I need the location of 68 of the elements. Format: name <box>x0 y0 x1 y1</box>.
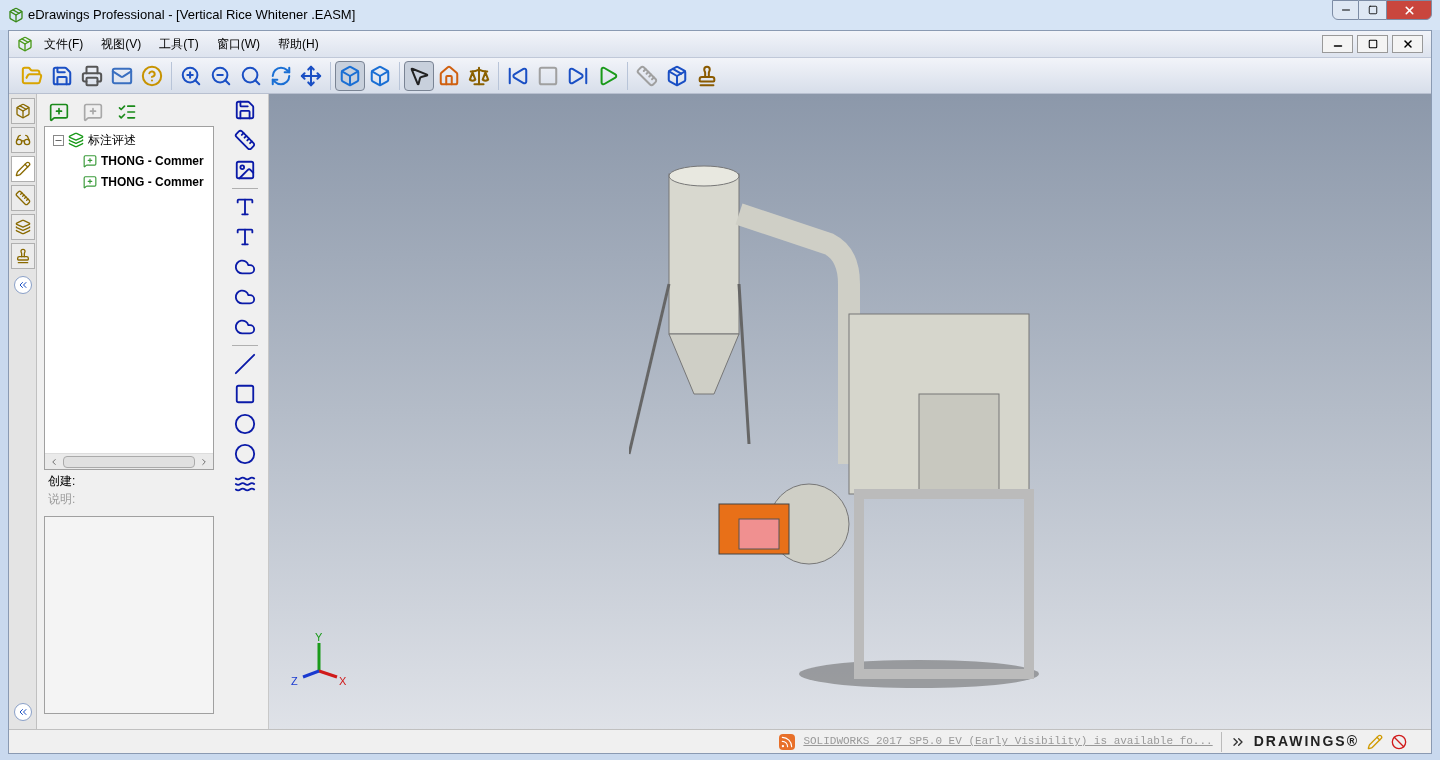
tape-measure-icon <box>14 190 31 206</box>
side-tab[interactable] <box>10 243 35 269</box>
menu-item[interactable]: 窗口(W) <box>209 35 267 53</box>
close-icon <box>1402 3 1416 17</box>
description-label: 说明: <box>47 491 77 508</box>
box-icon <box>369 64 391 87</box>
app-menu-icon[interactable] <box>17 36 33 52</box>
close-document-button[interactable] <box>1392 35 1423 53</box>
scroll-left-icon <box>49 456 59 467</box>
pan-icon <box>300 64 322 87</box>
close-button[interactable] <box>1386 0 1432 20</box>
save-icon <box>51 64 73 87</box>
menu-item[interactable]: 工具(T) <box>152 35 206 53</box>
app-logo-icon <box>8 7 24 23</box>
rss-icon <box>779 733 796 750</box>
side-tab[interactable] <box>10 156 35 182</box>
comment-icon <box>83 175 97 189</box>
maximize-icon <box>1367 5 1378 15</box>
scale-icon <box>468 64 490 87</box>
stamp-icon <box>696 64 718 87</box>
no-markup-icon[interactable] <box>1391 733 1407 750</box>
add-comment-icon <box>49 102 69 122</box>
side-tab[interactable] <box>10 98 35 124</box>
menu-item[interactable]: 视图(V) <box>94 35 149 53</box>
list-icon <box>117 102 137 122</box>
glasses-icon <box>14 132 31 148</box>
toolbar-button[interactable] <box>404 60 434 91</box>
scroll-right-icon <box>199 456 209 467</box>
rotate-icon <box>270 64 292 87</box>
menu-item[interactable]: 文件(F) <box>37 35 91 53</box>
brand-logo: DRAWINGS® <box>1253 732 1359 751</box>
side-tab[interactable] <box>10 127 35 153</box>
side-tab[interactable] <box>10 214 35 240</box>
created-label: 创建: <box>47 473 77 490</box>
save-markup-icon <box>233 99 256 121</box>
zoom-in-icon <box>180 64 202 87</box>
close-icon <box>1401 38 1414 50</box>
cube-icon <box>339 64 361 87</box>
minimize-document-button[interactable] <box>1322 35 1353 53</box>
restore-icon <box>1367 39 1378 49</box>
zoom-icon <box>240 64 262 87</box>
rectangle-icon <box>233 383 256 405</box>
collapse-toggle[interactable] <box>53 134 64 146</box>
tree-item[interactable]: THONG - Commer <box>101 152 204 170</box>
menu-item[interactable]: 帮助(H) <box>271 35 326 53</box>
reply-comment-icon <box>83 102 103 122</box>
horizontal-scrollbar[interactable] <box>45 453 213 469</box>
window-title: eDrawings Professional - [Vertical Rice Whitener .EASM] <box>28 6 356 25</box>
stamp-icon <box>14 248 31 264</box>
tree-item[interactable]: 标注评述 <box>88 131 136 149</box>
stop-icon <box>537 64 559 87</box>
pencil-icon <box>14 161 31 177</box>
side-tab[interactable] <box>10 185 35 211</box>
picture-icon <box>233 159 256 181</box>
package-icon <box>14 103 31 119</box>
maximize-button[interactable] <box>1359 0 1386 20</box>
comment-icon <box>83 154 97 168</box>
minimize-button[interactable] <box>1332 0 1359 20</box>
restore-document-button[interactable] <box>1357 35 1388 53</box>
circle-icon <box>233 413 256 435</box>
axis-triad-drawing: Y Z X <box>289 629 349 689</box>
printer-icon <box>81 64 103 87</box>
help-icon <box>141 64 163 87</box>
line-icon <box>233 353 256 375</box>
tree-item[interactable]: THONG - Commer <box>101 173 204 191</box>
home-icon <box>438 64 460 87</box>
model-viewport[interactable]: Y Z X <box>269 94 1431 729</box>
measure-icon <box>636 64 658 87</box>
